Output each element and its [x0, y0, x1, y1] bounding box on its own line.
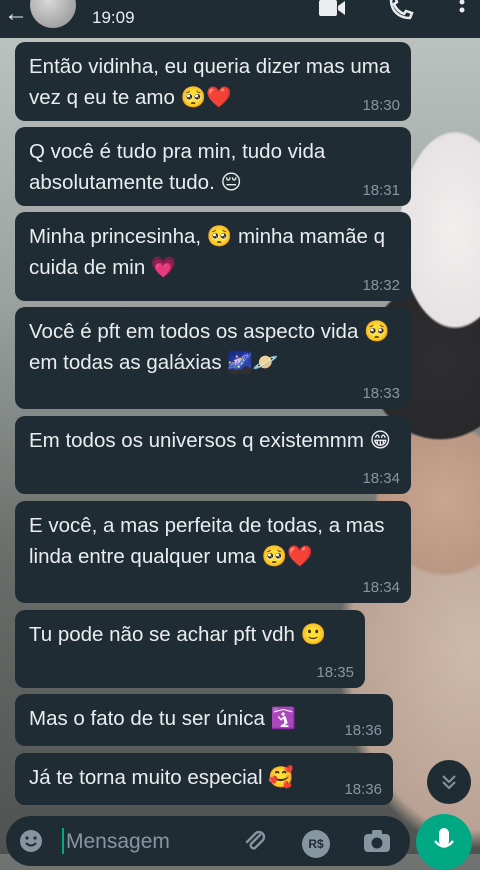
message-bubble[interactable]: Então vidinha, eu queria dizer mas uma v… — [15, 42, 411, 121]
chat-header: ← 19:09 — [0, 0, 480, 38]
message-text: E você, a mas perfeita de todas, a mas l… — [29, 514, 385, 568]
message-bubble[interactable]: E você, a mas perfeita de todas, a mas l… — [15, 501, 411, 603]
message-time: 18:30 — [362, 97, 400, 114]
message-bubble[interactable]: Já te torna muito especial 🥰 18:36 — [15, 753, 393, 805]
message-input[interactable]: Mensagem — [66, 830, 170, 854]
message-text: Em todos os universos q existemmm 😁 — [29, 429, 392, 452]
attach-icon[interactable] — [242, 828, 268, 854]
emoji-icon[interactable] — [18, 828, 44, 854]
scroll-to-bottom-button[interactable] — [427, 760, 471, 804]
camera-icon[interactable] — [362, 828, 392, 854]
message-time: 18:34 — [362, 470, 400, 487]
message-bubble[interactable]: Mas o fato de tu ser única 🛐 18:36 — [15, 694, 393, 746]
back-arrow-icon[interactable]: ← — [4, 2, 28, 26]
message-time: 18:31 — [362, 182, 400, 199]
video-call-icon[interactable] — [318, 0, 346, 20]
message-text: Mas o fato de tu ser única 🛐 — [29, 707, 297, 730]
message-text: Já te torna muito especial 🥰 — [29, 766, 294, 789]
double-chevron-down-icon — [442, 775, 456, 790]
message-text: Você é pft em todos os aspecto vida 🥺 em… — [29, 320, 390, 374]
message-text: Tu pode não se achar pft vdh 🙂 — [29, 623, 327, 646]
contact-avatar[interactable] — [30, 0, 76, 28]
message-text: Então vidinha, eu queria dizer mas uma v… — [29, 55, 391, 109]
message-time: 18:33 — [362, 385, 400, 402]
message-text: Q você é tudo pra min, tudo vida absolut… — [29, 140, 326, 194]
message-bubble[interactable]: Em todos os universos q existemmm 😁 18:3… — [15, 416, 411, 494]
message-bubble[interactable]: Minha princesinha, 🥺 minha mamãe q cuida… — [15, 212, 411, 301]
message-time: 18:32 — [362, 277, 400, 294]
message-bubble[interactable]: Tu pode não se achar pft vdh 🙂 18:35 — [15, 610, 365, 688]
message-time: 18:36 — [344, 781, 382, 798]
voice-message-button[interactable] — [416, 814, 472, 870]
message-bubble[interactable]: Você é pft em todos os aspecto vida 🥺 em… — [15, 307, 411, 409]
voice-call-icon[interactable] — [388, 0, 416, 20]
message-time: 18:36 — [344, 722, 382, 739]
message-composer[interactable]: Mensagem R$ — [6, 816, 410, 866]
message-time: 18:34 — [362, 579, 400, 596]
header-time: 19:09 — [92, 8, 135, 27]
message-text: Minha princesinha, 🥺 minha mamãe q cuida… — [29, 225, 385, 279]
message-bubble[interactable]: Q você é tudo pra min, tudo vida absolut… — [15, 127, 411, 206]
message-time: 18:35 — [316, 664, 354, 681]
text-caret — [62, 828, 64, 854]
more-options-icon[interactable] — [448, 0, 476, 20]
microphone-icon — [434, 828, 454, 848]
